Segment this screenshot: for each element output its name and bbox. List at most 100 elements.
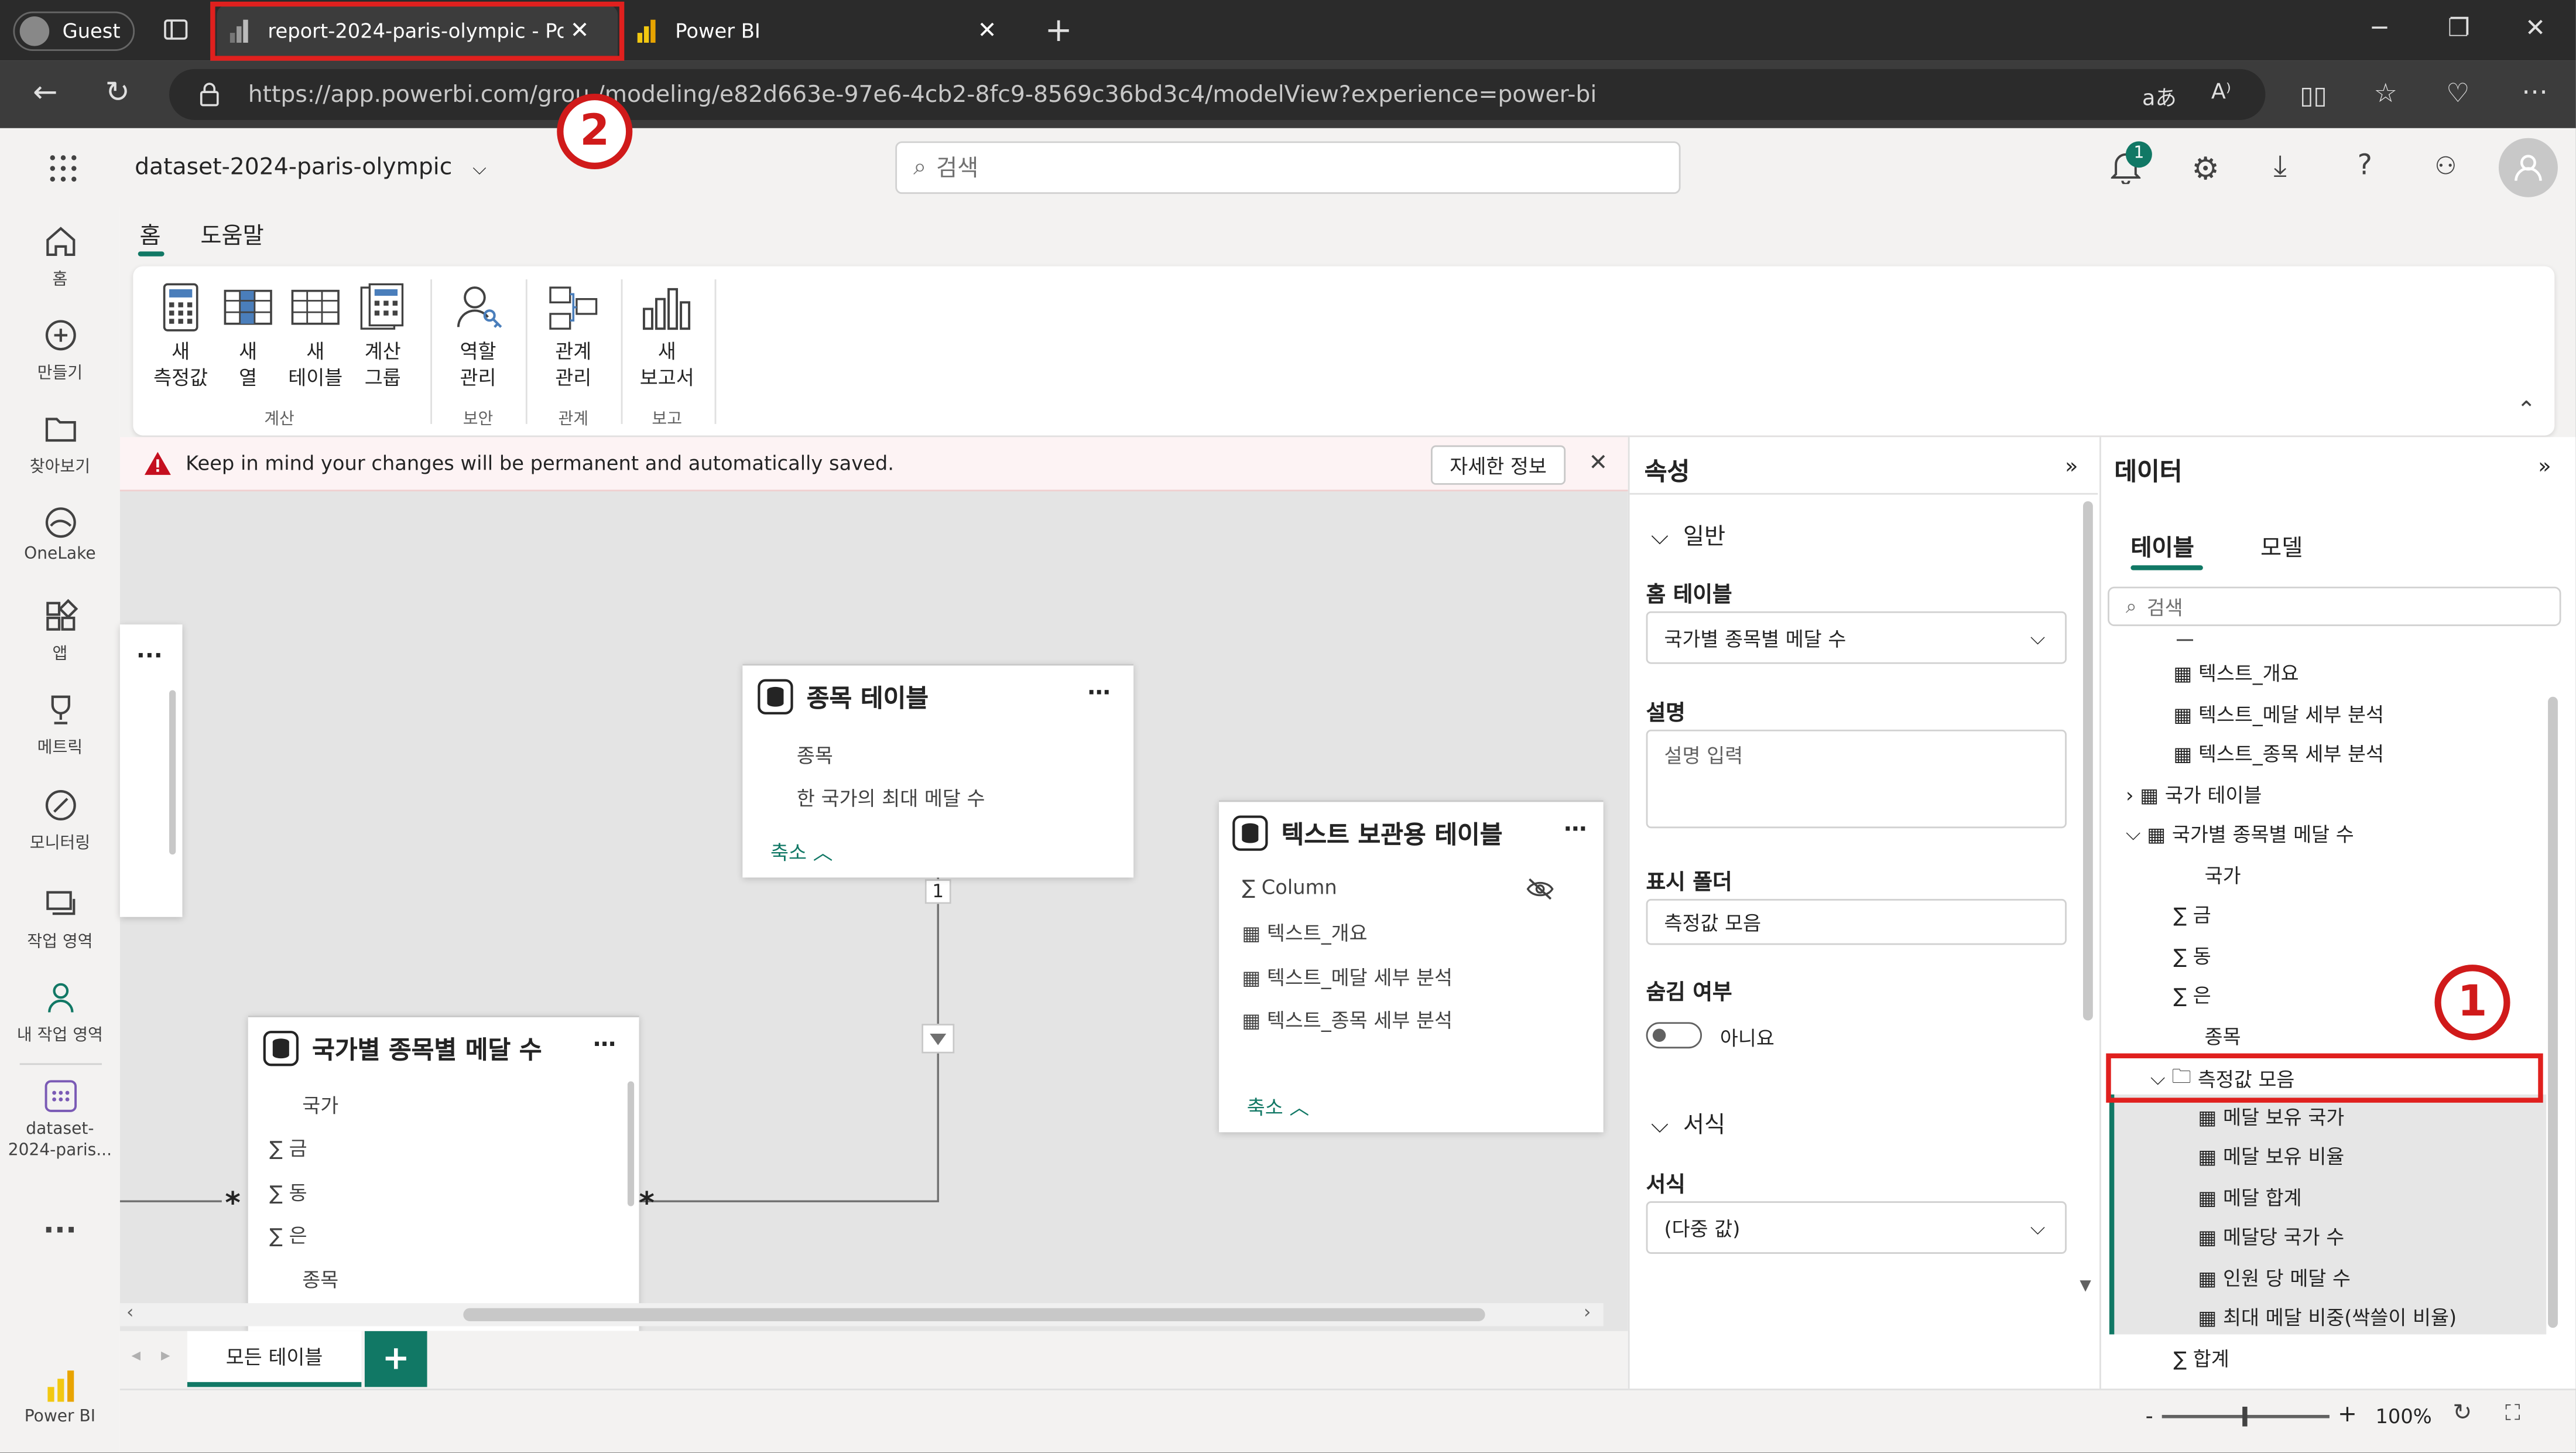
calculation-group-button[interactable]: 계산 그룹	[351, 283, 414, 391]
fit-to-screen-icon[interactable]: ⛶	[2505, 1402, 2520, 1427]
window-close-icon[interactable]: ✕	[2525, 13, 2546, 43]
rail-item-my-workspace[interactable]: 내 작업 영역	[0, 979, 120, 1045]
help-icon[interactable]: ?	[2358, 149, 2372, 182]
rail-item-browse[interactable]: 찾아보기	[0, 411, 120, 477]
manage-roles-button[interactable]: 역할 관리	[447, 283, 509, 391]
rail-item-monitoring[interactable]: 모니터링	[0, 787, 120, 853]
close-icon[interactable]: ✕	[978, 17, 997, 43]
hidden-eye-icon[interactable]	[1526, 877, 1554, 900]
rail-item-onelake[interactable]: OneLake	[0, 504, 120, 563]
tree-item-measure[interactable]: ▦ 최대 메달 비중(싹쓸이 비율)	[2198, 1303, 2457, 1331]
field-item[interactable]: 종목	[797, 741, 833, 770]
browser-essentials-icon[interactable]: ♡	[2446, 77, 2469, 108]
split-screen-icon[interactable]: ▯▯	[2300, 80, 2327, 110]
new-tab-icon[interactable]: +	[1045, 10, 1073, 49]
reset-layout-icon[interactable]: ↻	[2452, 1400, 2472, 1427]
rail-item-workspaces[interactable]: 작업 영역	[0, 886, 120, 952]
rail-item-create[interactable]: 만들기	[0, 317, 120, 383]
tree-item-field[interactable]: ∑ 은	[2173, 981, 2211, 1009]
collapse-ribbon-icon[interactable]: ⌃	[2517, 398, 2536, 424]
field-item[interactable]: 종목	[302, 1266, 338, 1294]
field-item[interactable]: ▦ 텍스트_개요	[1242, 919, 1367, 947]
account-avatar[interactable]	[2498, 138, 2558, 197]
zoom-in-button[interactable]: +	[2338, 1402, 2357, 1428]
back-icon[interactable]: ←	[33, 76, 57, 110]
restore-icon[interactable]: ❐	[2448, 13, 2470, 43]
layout-tab-all-tables[interactable]: 모든 테이블	[187, 1331, 362, 1387]
field-item[interactable]: ∑ Column	[1242, 876, 1337, 899]
tree-item-measure[interactable]: ▦ 텍스트_개요	[2173, 659, 2298, 687]
format-dropdown[interactable]: (다중 값) ⌵	[1646, 1201, 2067, 1254]
details-button[interactable]: 자세한 정보	[1431, 445, 1566, 485]
scroll-left-icon[interactable]: ‹	[126, 1301, 133, 1322]
more-options-icon[interactable]: ...	[136, 638, 163, 664]
url-field[interactable]: https://app.powerbi.com/grou /modeling/e…	[169, 69, 2266, 120]
description-input[interactable]: 설명 입력	[1646, 729, 2067, 829]
field-item[interactable]: 국가	[302, 1091, 338, 1119]
table-card-partial[interactable]: ...	[119, 624, 183, 917]
format-section-toggle[interactable]: ⌵ 서식	[1651, 1107, 1725, 1140]
rail-item-apps[interactable]: 앱	[0, 598, 120, 664]
share-feedback-icon[interactable]: ⚇	[2434, 151, 2457, 181]
data-search-input[interactable]: ⌕ 검색	[2108, 586, 2561, 627]
collapse-link[interactable]: 축소 ︿	[770, 838, 833, 866]
more-options-icon[interactable]: ⋯	[1088, 681, 1111, 707]
field-item[interactable]: ∑ 은	[269, 1221, 307, 1249]
more-options-icon[interactable]: ⋯	[593, 1032, 616, 1058]
new-column-button[interactable]: 새 열	[220, 283, 276, 391]
tab-tables[interactable]: 테이블	[2130, 531, 2194, 563]
home-table-dropdown[interactable]: 국가별 종목별 메달 수 ⌵	[1646, 611, 2067, 664]
manage-relationships-button[interactable]: 관계 관리	[542, 283, 605, 391]
new-table-button[interactable]: 새 테이블	[283, 283, 348, 391]
tree-item-field[interactable]: ∑ 합계	[2173, 1344, 2229, 1372]
tab-home[interactable]: 홈	[140, 218, 161, 251]
tree-item-table-country[interactable]: › ▦ 국가 테이블	[2126, 781, 2262, 809]
dataset-name-dropdown[interactable]: dataset-2024-paris-olympic ⌵	[135, 155, 487, 181]
translate-icon[interactable]: aあ	[2142, 80, 2177, 112]
tree-item-field[interactable]: ∑ 동	[2173, 942, 2211, 970]
tab-help[interactable]: 도움말	[200, 218, 263, 251]
browser-tab-powerbi[interactable]: Power BI ✕	[624, 5, 1018, 56]
more-options-icon[interactable]: ⋯	[1564, 817, 1587, 843]
favorites-icon[interactable]: ☆	[2374, 77, 2397, 108]
add-layout-button[interactable]: +	[364, 1331, 427, 1387]
tree-item-field[interactable]: ∑ 금	[2173, 901, 2211, 929]
tree-item-measure[interactable]: ▦ 메달 보유 비율	[2198, 1142, 2344, 1170]
settings-gear-icon[interactable]: ⚙	[2191, 151, 2219, 187]
general-section-toggle[interactable]: ⌵ 일반	[1651, 519, 1725, 552]
field-item[interactable]: 한 국가의 최대 메달 수	[797, 784, 985, 812]
collapse-link[interactable]: 축소 ︿	[1247, 1093, 1309, 1121]
download-icon[interactable]: ⤓	[2274, 149, 2287, 184]
global-search-input[interactable]: ⌕ 검색	[895, 141, 1681, 194]
refresh-icon[interactable]: ↻	[105, 76, 130, 110]
zoom-slider-thumb[interactable]	[2242, 1406, 2248, 1427]
rail-more-button[interactable]: ...	[0, 1206, 120, 1241]
properties-scrollbar[interactable]	[2083, 501, 2093, 1021]
rail-item-home[interactable]: 홈	[0, 224, 120, 289]
rail-item-dataset[interactable]: dataset- 2024-paris...	[0, 1078, 120, 1162]
tree-item-measure[interactable]: ▦ 텍스트_종목 세부 분석	[2173, 740, 2384, 768]
zoom-out-button[interactable]: -	[2146, 1405, 2153, 1430]
tree-item-measure[interactable]: ▦ 텍스트_메달 세부 분석	[2173, 700, 2384, 728]
tree-item-field[interactable]: 국가	[2205, 861, 2241, 889]
tree-item-measure[interactable]: ▦ 메달 보유 국가	[2198, 1103, 2344, 1131]
browser-menu-icon[interactable]: ⋯	[2522, 76, 2548, 107]
field-item[interactable]: ∑ 금	[269, 1134, 307, 1162]
new-measure-button[interactable]: 새 측정값	[145, 283, 217, 391]
field-item[interactable]: ▦ 텍스트_종목 세부 분석	[1242, 1006, 1453, 1034]
scroll-thumb[interactable]	[463, 1308, 1485, 1322]
data-pane-scrollbar[interactable]	[2548, 696, 2558, 1328]
minimize-icon[interactable]: ─	[2372, 13, 2387, 43]
app-launcher-icon[interactable]	[49, 155, 77, 183]
tab-model[interactable]: 모델	[2260, 531, 2303, 563]
new-report-button[interactable]: 새 보고서	[636, 283, 698, 391]
tab-actions-icon[interactable]	[163, 16, 189, 43]
read-aloud-icon[interactable]: A⁾	[2211, 80, 2231, 105]
card-scrollbar[interactable]	[627, 1081, 635, 1206]
card-scrollbar[interactable]	[169, 690, 176, 855]
tree-item-table-country-medals[interactable]: ⌵ ▦ 국가별 종목별 메달 수	[2126, 820, 2354, 848]
display-folder-input[interactable]: 측정값 모음	[1646, 898, 2067, 945]
scroll-down-icon[interactable]: ▼	[2080, 1278, 2091, 1295]
tree-item-field[interactable]: 종목	[2205, 1022, 2241, 1050]
tree-item-measure[interactable]: ▦ 인원 당 메달 수	[2198, 1264, 2351, 1292]
